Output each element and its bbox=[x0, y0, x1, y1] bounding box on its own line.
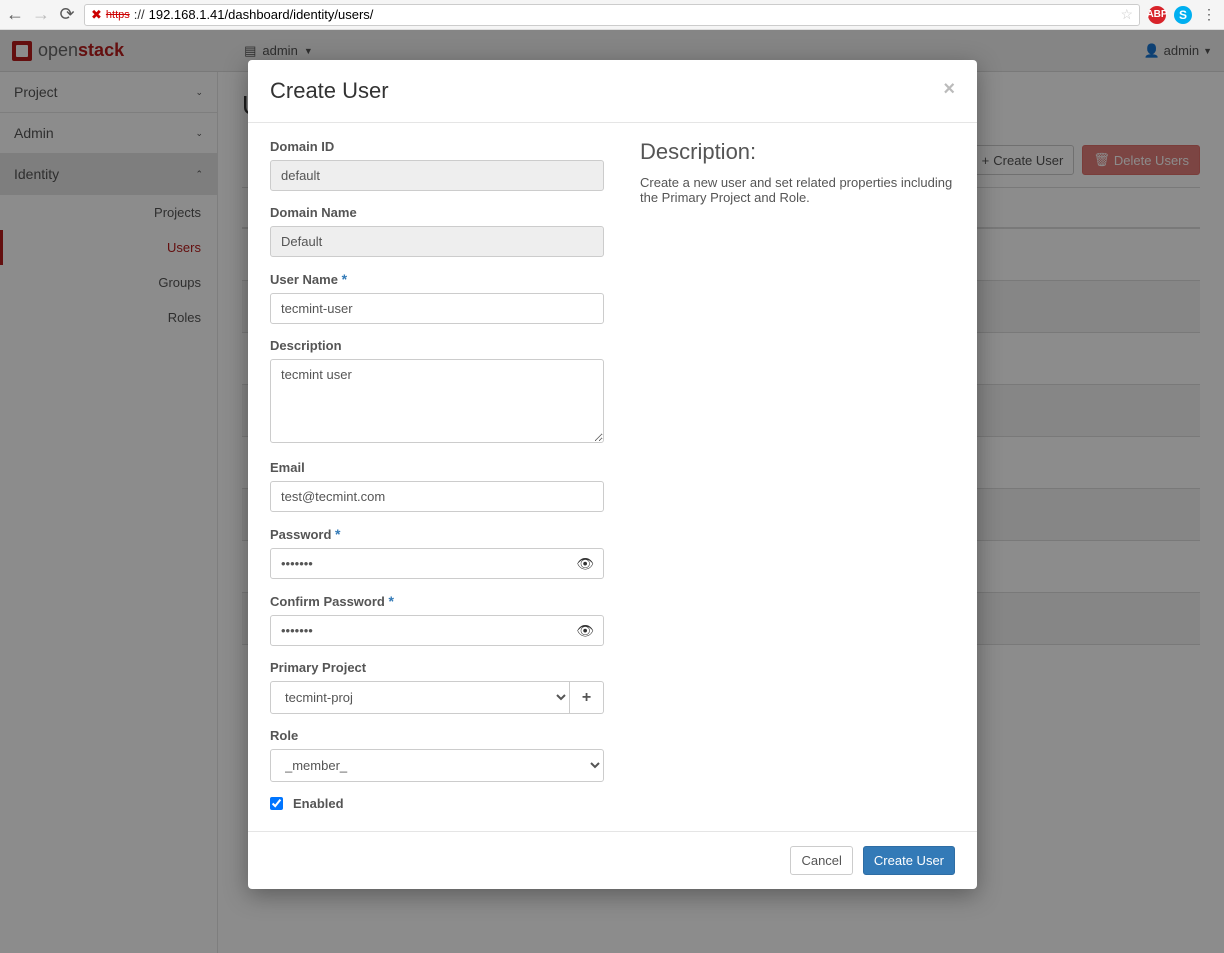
show-confirm-password-icon[interactable]: 👁 bbox=[576, 622, 594, 639]
role-select[interactable]: _member_ bbox=[270, 749, 604, 782]
role-label: Role bbox=[270, 728, 604, 743]
chrome-menu-icon[interactable]: ⋮ bbox=[1200, 6, 1218, 23]
create-user-modal: Create User × Domain ID Domain Name User… bbox=[248, 60, 977, 889]
domain-name-label: Domain Name bbox=[270, 205, 604, 220]
show-password-icon[interactable]: 👁 bbox=[576, 555, 594, 572]
user-name-label: User Name * bbox=[270, 271, 604, 287]
primary-project-label: Primary Project bbox=[270, 660, 604, 675]
modal-title: Create User bbox=[270, 78, 389, 104]
user-name-input[interactable] bbox=[270, 293, 604, 324]
browser-toolbar: ← → ⟳ ✖ https:// ☆ ABP S ⋮ bbox=[0, 0, 1224, 30]
create-user-submit-button[interactable]: Create User bbox=[863, 846, 955, 875]
password-input[interactable] bbox=[270, 548, 604, 579]
confirm-password-input[interactable] bbox=[270, 615, 604, 646]
url-bar[interactable]: ✖ https:// ☆ bbox=[84, 4, 1140, 26]
description-heading: Description: bbox=[640, 139, 955, 165]
enabled-label: Enabled bbox=[293, 796, 344, 811]
back-button[interactable]: ← bbox=[6, 6, 24, 24]
skype-extension-icon[interactable]: S bbox=[1174, 6, 1192, 24]
scheme-label: https bbox=[106, 9, 130, 21]
cancel-button[interactable]: Cancel bbox=[790, 846, 852, 875]
description-label: Description bbox=[270, 338, 604, 353]
url-input[interactable] bbox=[149, 7, 1117, 22]
domain-id-input bbox=[270, 160, 604, 191]
add-project-button[interactable]: + bbox=[570, 681, 604, 714]
email-input[interactable] bbox=[270, 481, 604, 512]
domain-id-label: Domain ID bbox=[270, 139, 604, 154]
adblock-extension-icon[interactable]: ABP bbox=[1148, 6, 1166, 24]
forward-button[interactable]: → bbox=[32, 6, 50, 24]
description-text: Create a new user and set related proper… bbox=[640, 175, 955, 205]
description-input[interactable] bbox=[270, 359, 604, 443]
password-label: Password * bbox=[270, 526, 604, 542]
confirm-password-label: Confirm Password * bbox=[270, 593, 604, 609]
email-label: Email bbox=[270, 460, 604, 475]
reload-button[interactable]: ⟳ bbox=[58, 6, 76, 24]
insecure-lock-icon: ✖ bbox=[91, 7, 102, 23]
close-icon[interactable]: × bbox=[943, 78, 955, 101]
domain-name-input bbox=[270, 226, 604, 257]
primary-project-select[interactable]: tecmint-proj bbox=[270, 681, 570, 714]
bookmark-star-icon[interactable]: ☆ bbox=[1120, 6, 1133, 23]
enabled-checkbox[interactable] bbox=[270, 797, 283, 810]
